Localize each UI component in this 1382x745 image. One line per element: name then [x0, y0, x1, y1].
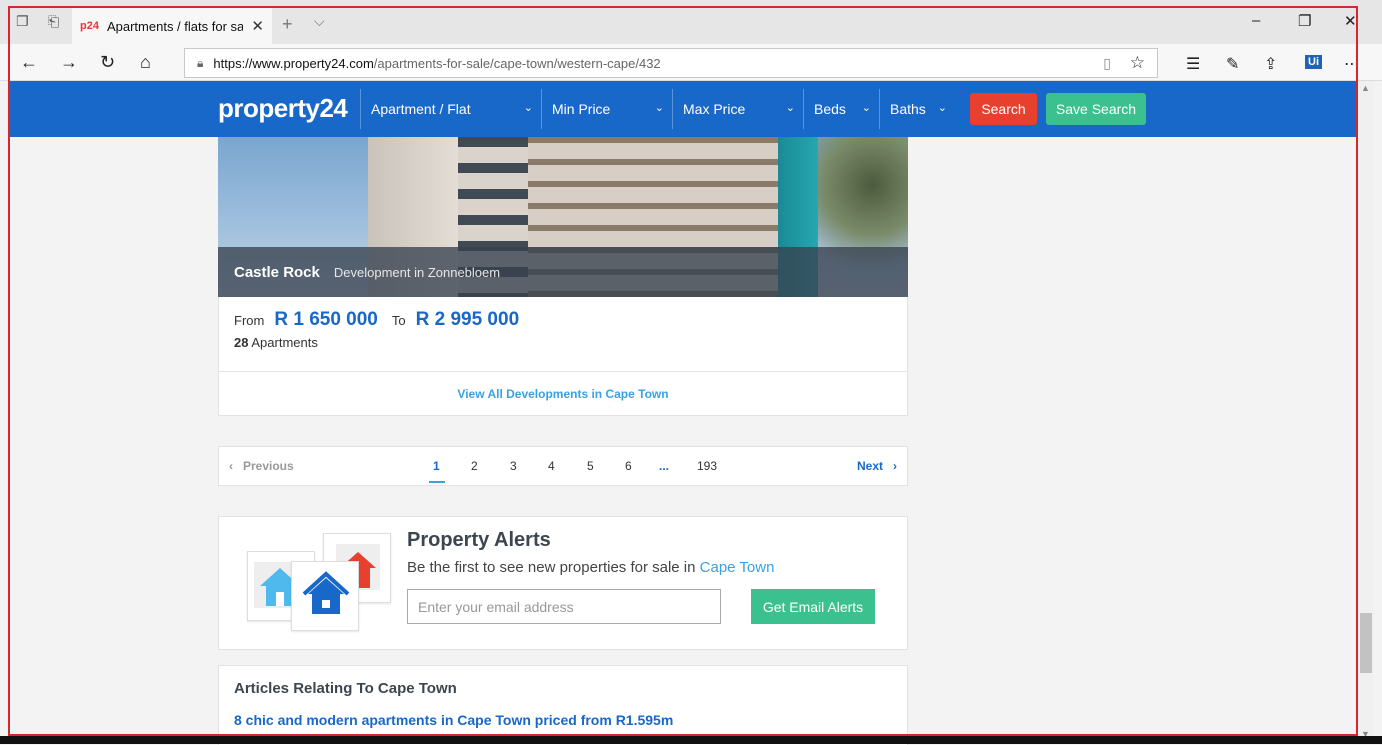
- page-link-4[interactable]: 4: [548, 459, 555, 473]
- favorite-star-icon[interactable]: ☆: [1130, 53, 1145, 73]
- favicon: p24: [80, 20, 99, 32]
- previous-page-link[interactable]: ‹ Previous: [229, 459, 294, 473]
- scrollbar-thumb[interactable]: [1360, 613, 1372, 673]
- view-all-developments-link[interactable]: View All Developments in Cape Town: [219, 387, 907, 401]
- property-type-dropdown[interactable]: Apartment / Flat ⌄: [360, 89, 541, 129]
- divider: [219, 371, 907, 372]
- development-subtitle: Development in Zonnebloem: [333, 264, 501, 280]
- articles-title: Articles Relating To Cape Town: [234, 680, 457, 697]
- web-note-icon[interactable]: ✎: [1226, 54, 1239, 74]
- minimize-icon[interactable]: –: [1252, 12, 1260, 29]
- chevron-down-icon: ⌄: [937, 102, 947, 114]
- browser-tab-strip: ❐ ⎗ p24 Apartments / flats for sa ✕ + ⌵ …: [0, 0, 1382, 44]
- page-link-6[interactable]: 6: [625, 459, 632, 473]
- development-name[interactable]: Castle Rock: [234, 264, 320, 281]
- active-page-underline: [429, 481, 445, 483]
- tab-title: Apartments / flats for sa: [106, 18, 244, 34]
- url-text: https://www.property24.com/apartments-fo…: [213, 55, 661, 71]
- tab-preview-chevron-icon[interactable]: ⌵: [314, 13, 325, 30]
- page-link-3[interactable]: 3: [510, 459, 517, 473]
- back-arrow-icon[interactable]: ←: [20, 52, 38, 72]
- site-header: property24 Apartment / Flat ⌄ Min Price …: [10, 81, 1357, 137]
- photo-frame: [291, 561, 359, 631]
- blue-house-icon: [298, 568, 354, 626]
- property-alerts-card: Property Alerts Be the first to see new …: [218, 516, 908, 650]
- page-link-1[interactable]: 1: [433, 459, 440, 473]
- address-bar[interactable]: 🔒︎ https://www.property24.com/apartments…: [184, 48, 1158, 78]
- alerts-description: Be the first to see new properties for s…: [407, 559, 775, 576]
- new-tab-icon[interactable]: +: [282, 14, 293, 35]
- price-to: R 2 995 000: [415, 309, 520, 330]
- page-link-2[interactable]: 2: [471, 459, 478, 473]
- email-input[interactable]: [407, 589, 721, 624]
- beds-dropdown[interactable]: Beds ⌄: [803, 89, 879, 129]
- refresh-icon[interactable]: ↻: [100, 52, 115, 72]
- page-link-5[interactable]: 5: [587, 459, 594, 473]
- lock-icon: 🔒︎: [197, 55, 204, 70]
- alerts-title: Property Alerts: [407, 529, 551, 551]
- chevron-down-icon: ⌄: [861, 102, 871, 114]
- min-price-dropdown[interactable]: Min Price ⌄: [541, 89, 672, 129]
- price-range: From R 1 650 000 To R 2 995 000: [234, 309, 520, 330]
- taskbar: [0, 736, 1382, 744]
- scroll-up-icon[interactable]: ▲: [1361, 83, 1370, 93]
- property24-logo[interactable]: property24: [218, 93, 348, 124]
- favorites-hub-icon[interactable]: ☰: [1186, 54, 1200, 74]
- articles-card: Articles Relating To Cape Town 8 chic an…: [218, 665, 908, 745]
- alerts-illustration: [247, 531, 391, 635]
- development-price-card: From R 1 650 000 To R 2 995 000 28 Apart…: [218, 297, 908, 416]
- tab-actions-icon[interactable]: ❐: [16, 14, 32, 28]
- next-page-link[interactable]: Next ›: [857, 459, 897, 473]
- set-aside-tabs-icon[interactable]: ⎗: [48, 14, 64, 28]
- development-caption: Castle Rock Development in Zonnebloem: [218, 247, 908, 297]
- extension-ui-icon[interactable]: Ui: [1305, 55, 1322, 69]
- page-scrollbar[interactable]: ▲ ▼: [1358, 81, 1374, 741]
- page-link-last[interactable]: 193: [697, 459, 717, 473]
- save-search-button[interactable]: Save Search: [1046, 93, 1146, 125]
- development-image[interactable]: Castle Rock Development in Zonnebloem: [218, 137, 908, 297]
- browser-toolbar: ← → ↻ ⌂ 🔒︎ https://www.property24.com/ap…: [0, 44, 1382, 81]
- article-link[interactable]: 8 chic and modern apartments in Cape Tow…: [234, 712, 673, 728]
- price-from: R 1 650 000: [274, 309, 378, 330]
- chevron-down-icon: ⌄: [785, 102, 795, 114]
- restore-icon[interactable]: ❐: [1298, 12, 1311, 30]
- close-tab-icon[interactable]: ✕: [251, 17, 264, 35]
- search-button[interactable]: Search: [970, 93, 1037, 125]
- max-price-dropdown[interactable]: Max Price ⌄: [672, 89, 803, 129]
- share-icon[interactable]: ⇪: [1264, 54, 1277, 74]
- chevron-down-icon: ⌄: [523, 102, 533, 114]
- reading-view-icon[interactable]: ▯: [1103, 55, 1111, 72]
- browser-tab-active[interactable]: p24 Apartments / flats for sa ✕: [72, 8, 272, 44]
- apartment-count: 28 Apartments: [234, 335, 318, 350]
- forward-arrow-icon[interactable]: →: [60, 52, 78, 72]
- close-window-icon[interactable]: ✕: [1344, 12, 1357, 30]
- pagination: ‹ Previous 1 2 3 4 5 6 ... 193 Next ›: [218, 446, 908, 486]
- get-email-alerts-button[interactable]: Get Email Alerts: [751, 589, 875, 624]
- city-link[interactable]: Cape Town: [700, 559, 775, 576]
- page-ellipsis[interactable]: ...: [659, 459, 669, 473]
- more-menu-icon[interactable]: ⋯: [1344, 54, 1360, 74]
- chevron-down-icon: ⌄: [654, 102, 664, 114]
- home-icon[interactable]: ⌂: [140, 52, 151, 72]
- baths-dropdown[interactable]: Baths ⌄: [879, 89, 955, 129]
